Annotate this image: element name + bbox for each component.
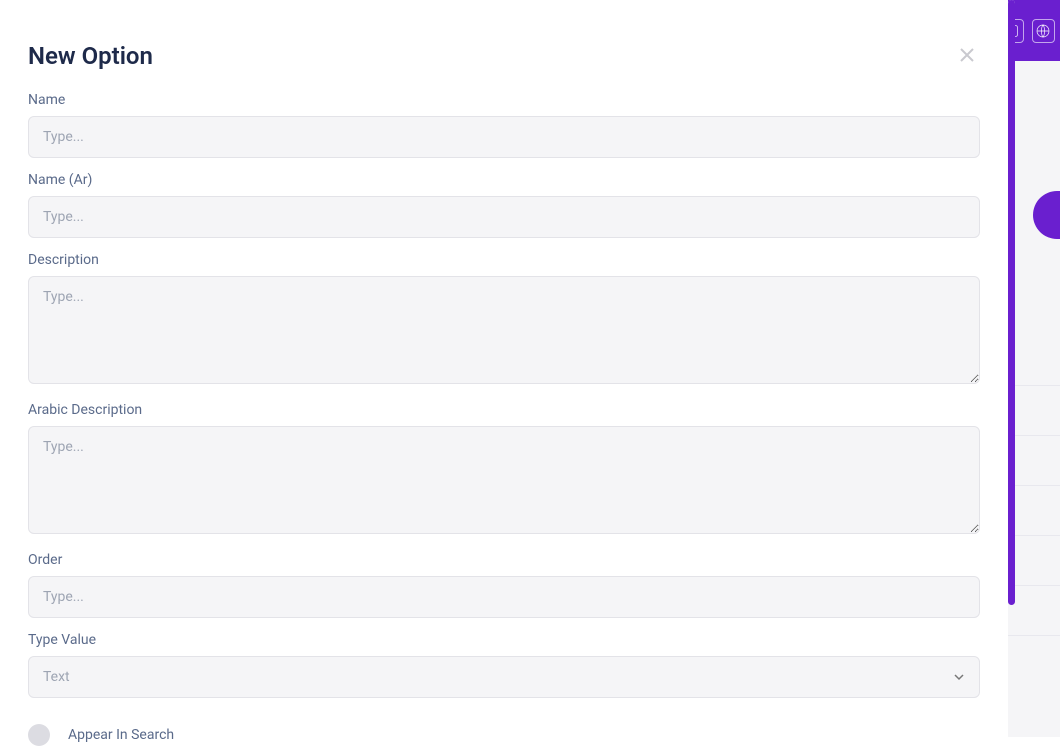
name-ar-label: Name (Ar) xyxy=(28,172,980,188)
type-value-group: Type Value Text xyxy=(28,632,980,698)
list-item xyxy=(1008,586,1060,636)
appear-in-search-toggle[interactable] xyxy=(28,724,50,746)
order-label: Order xyxy=(28,552,980,568)
order-group: Order xyxy=(28,552,980,618)
modal-header: New Option xyxy=(0,0,1008,92)
list-item xyxy=(1008,336,1060,386)
floating-action-button[interactable] xyxy=(1033,191,1060,239)
order-input[interactable] xyxy=(28,576,980,618)
arabic-description-label: Arabic Description xyxy=(28,402,980,418)
appear-in-search-row: Appear In Search xyxy=(28,712,980,746)
description-label: Description xyxy=(28,252,980,268)
name-label: Name xyxy=(28,92,980,108)
language-icon[interactable] xyxy=(1032,19,1056,43)
type-value-select[interactable]: Text xyxy=(28,656,980,698)
new-option-modal: New Option Name Name (Ar) Description Ar… xyxy=(0,0,1008,737)
arabic-description-group: Arabic Description xyxy=(28,402,980,538)
list-item xyxy=(1008,386,1060,436)
name-ar-group: Name (Ar) xyxy=(28,172,980,238)
type-value-label: Type Value xyxy=(28,632,980,648)
background-panel xyxy=(1008,61,1060,737)
close-button[interactable] xyxy=(954,40,980,72)
name-ar-input[interactable] xyxy=(28,196,980,238)
name-group: Name xyxy=(28,92,980,158)
description-textarea[interactable] xyxy=(28,276,980,384)
appear-in-search-label: Appear In Search xyxy=(68,727,174,743)
modal-body: Name Name (Ar) Description Arabic Descri… xyxy=(0,92,1008,746)
arabic-description-textarea[interactable] xyxy=(28,426,980,534)
close-icon xyxy=(958,46,976,64)
list-item xyxy=(1008,436,1060,486)
list-item xyxy=(1008,486,1060,536)
list-item xyxy=(1008,536,1060,586)
scrollbar-thumb[interactable] xyxy=(1008,0,1015,605)
description-group: Description xyxy=(28,252,980,388)
modal-title: New Option xyxy=(28,42,153,70)
background-list xyxy=(1008,336,1060,636)
name-input[interactable] xyxy=(28,116,980,158)
